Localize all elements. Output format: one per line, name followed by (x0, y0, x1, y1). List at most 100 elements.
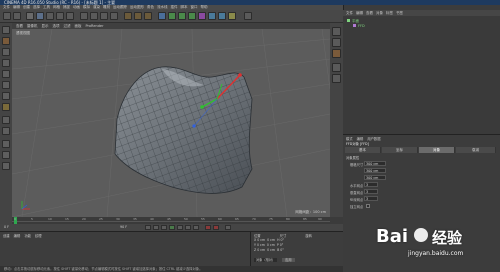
make-editable-icon[interactable] (2, 26, 10, 34)
mat-menu-item[interactable]: 功能 (24, 234, 31, 238)
edges-mode-icon[interactable] (2, 81, 10, 89)
go-end-icon[interactable] (193, 225, 199, 230)
menu-item[interactable]: 插件 (171, 5, 178, 9)
orbit-icon[interactable] (332, 49, 341, 58)
zoom-icon[interactable] (332, 38, 341, 47)
next-frame-icon[interactable] (177, 225, 183, 230)
viewport-menu-item[interactable]: 显示 (42, 24, 49, 28)
menu-item[interactable]: 流水线 (157, 5, 168, 9)
render-picture-viewer-icon[interactable] (134, 12, 142, 20)
menu-item[interactable]: 选择 (33, 5, 40, 9)
nurbs-icon[interactable] (178, 12, 186, 20)
deformer-icon[interactable] (198, 12, 206, 20)
prev-frame-icon[interactable] (161, 225, 167, 230)
menu-item[interactable]: 捕捉 (63, 5, 70, 9)
tweak-mode-icon[interactable] (2, 127, 10, 135)
texture-mode-icon[interactable] (2, 48, 10, 56)
independent-points-checkbox[interactable] (366, 204, 370, 208)
menu-item[interactable]: 运动跟踪 (113, 5, 127, 9)
menu-item[interactable]: 文件 (3, 5, 10, 9)
scale-icon[interactable] (46, 12, 54, 20)
snap-icon[interactable] (2, 140, 10, 148)
move-icon[interactable] (36, 12, 44, 20)
rotate-icon[interactable] (56, 12, 64, 20)
go-start-icon[interactable] (145, 225, 151, 230)
tab-coord[interactable]: 坐标 (382, 147, 418, 153)
solo-icon[interactable] (2, 162, 10, 170)
polygons-mode-icon[interactable] (2, 92, 10, 100)
uv-mode-icon[interactable] (2, 103, 10, 111)
horizontal-points-field[interactable]: 3 (364, 182, 378, 187)
menu-item[interactable]: 网格 (53, 5, 60, 9)
depth-points-field[interactable]: 3 (364, 196, 378, 201)
display-icon[interactable] (332, 74, 341, 83)
lock-workplane-icon[interactable] (2, 151, 10, 159)
coord-mode-select[interactable]: 对象（相对） (254, 258, 278, 262)
menu-item[interactable]: 雕刻 (103, 5, 110, 9)
grid-size-z-field[interactable]: 300 cm (364, 175, 386, 180)
model-mode-icon[interactable] (2, 37, 10, 45)
viewport-menu-item[interactable]: ProRender (86, 24, 104, 28)
menu-item[interactable]: 脚本 (181, 5, 188, 9)
recent-tool-icon[interactable] (66, 12, 74, 20)
menu-item[interactable]: 运动图形 (130, 5, 144, 9)
object-row-ffd[interactable]: FFD (353, 24, 365, 28)
object-menu-item[interactable]: 编辑 (356, 11, 363, 15)
render-settings-icon[interactable] (144, 12, 152, 20)
menu-item[interactable]: 窗口 (191, 5, 198, 9)
workplane-icon[interactable] (2, 59, 10, 67)
attr-menu-item[interactable]: 用户数据 (367, 137, 380, 141)
object-menu-item[interactable]: 对象 (376, 11, 383, 15)
play-icon[interactable] (169, 225, 175, 230)
viewport-menu-item[interactable]: 过滤 (64, 24, 71, 28)
menu-item[interactable]: 渲染 (93, 5, 100, 9)
light-icon[interactable] (228, 12, 236, 20)
axis-mode-icon[interactable] (2, 116, 10, 124)
3d-viewport[interactable]: 透视视图 网格间距：100 cm (12, 29, 330, 217)
views-icon[interactable] (332, 63, 341, 72)
y-axis-icon[interactable] (90, 12, 98, 20)
mat-menu-item[interactable]: 编辑 (14, 234, 21, 238)
cube-icon[interactable] (158, 12, 166, 20)
coord-row-z[interactable]: Z 0 cm 0 cm B 0° (254, 248, 284, 253)
object-menu-item[interactable]: 标签 (386, 11, 393, 15)
object-menu-item[interactable]: 文件 (346, 11, 353, 15)
prev-key-icon[interactable] (153, 225, 159, 230)
keyframe-selection-icon[interactable] (225, 225, 231, 230)
grid-size-y-field[interactable]: 300 cm (364, 168, 386, 173)
apply-button[interactable]: 应用 (282, 258, 295, 262)
next-key-icon[interactable] (185, 225, 191, 230)
menu-item[interactable]: 角色 (147, 5, 154, 9)
points-mode-icon[interactable] (2, 70, 10, 78)
z-axis-icon[interactable] (100, 12, 108, 20)
menu-item[interactable]: 工具 (43, 5, 50, 9)
tab-object[interactable]: 对象 (419, 147, 455, 153)
object-menu-item[interactable]: 查看 (366, 11, 373, 15)
select-icon[interactable] (26, 12, 34, 20)
mat-menu-item[interactable]: 纹理 (35, 234, 42, 238)
menu-item[interactable]: 帮助 (201, 5, 208, 9)
layout-icon[interactable] (244, 12, 252, 20)
coordinate-system-icon[interactable] (110, 12, 118, 20)
tab-falloff[interactable]: 衰减 (456, 147, 496, 153)
viewport-menu-item[interactable]: 选项 (53, 24, 60, 28)
undo-icon[interactable] (3, 12, 11, 20)
viewport-menu-item[interactable]: 摄像机 (27, 24, 38, 28)
spline-icon[interactable] (168, 12, 176, 20)
pan-icon[interactable] (332, 27, 341, 36)
menu-item[interactable]: 动画 (73, 5, 80, 9)
x-axis-icon[interactable] (80, 12, 88, 20)
viewport-menu-item[interactable]: 面板 (75, 24, 82, 28)
autokey-icon[interactable] (213, 225, 219, 230)
redo-icon[interactable] (13, 12, 21, 20)
render-view-icon[interactable] (124, 12, 132, 20)
scene-icon[interactable] (208, 12, 216, 20)
record-icon[interactable] (205, 225, 211, 230)
array-icon[interactable] (188, 12, 196, 20)
grid-size-x-field[interactable]: 300 cm (364, 161, 386, 166)
tab-basic[interactable]: 基本 (345, 147, 381, 153)
object-menu-item[interactable]: 书签 (396, 11, 403, 15)
mat-menu-item[interactable]: 创建 (3, 234, 10, 238)
menu-item[interactable]: 创建 (23, 5, 30, 9)
vertical-points-field[interactable]: 3 (364, 189, 378, 194)
